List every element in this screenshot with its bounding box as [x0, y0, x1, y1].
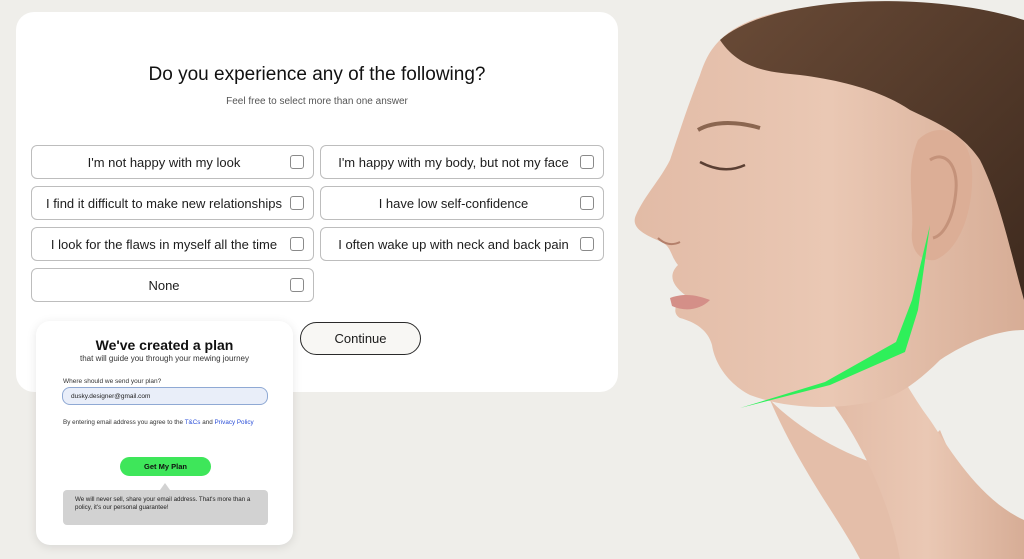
option-label: I'm not happy with my look: [87, 154, 241, 170]
get-my-plan-button[interactable]: Get My Plan: [120, 457, 211, 476]
option-low-self-confidence[interactable]: I have low self-confidence: [320, 186, 604, 220]
plan-card: We've created a plan that will guide you…: [36, 321, 293, 545]
email-value: dusky.designer@gmail.com: [71, 392, 151, 400]
terms-link[interactable]: T&Cs: [185, 419, 201, 426]
plan-card-subtitle: that will guide you through your mewing …: [80, 354, 249, 363]
option-neck-back-pain[interactable]: I often wake up with neck and back pain: [320, 227, 604, 261]
terms-and: and: [200, 419, 215, 426]
page-title: Do you experience any of the following?: [148, 64, 486, 85]
option-label: I often wake up with neck and back pain: [338, 236, 569, 252]
face-profile-image: [600, 0, 1024, 559]
continue-button[interactable]: Continue: [300, 322, 421, 355]
terms-notice: By entering email address you agree to t…: [63, 419, 263, 427]
option-label: I have low self-confidence: [378, 195, 529, 211]
privacy-policy-link[interactable]: Privacy Policy: [214, 419, 253, 426]
checkbox[interactable]: [290, 196, 304, 210]
option-difficult-relationships[interactable]: I find it difficult to make new relation…: [31, 186, 314, 220]
checkbox[interactable]: [580, 196, 594, 210]
email-field[interactable]: dusky.designer@gmail.com: [62, 387, 268, 405]
plan-card-title: We've created a plan: [95, 337, 234, 353]
tooltip-arrow: [160, 483, 170, 490]
terms-prefix: By entering email address you agree to t…: [63, 419, 185, 426]
checkbox[interactable]: [290, 155, 304, 169]
option-none[interactable]: None: [31, 268, 314, 302]
checkbox[interactable]: [290, 278, 304, 292]
option-look-for-flaws[interactable]: I look for the flaws in myself all the t…: [31, 227, 314, 261]
option-label: None: [148, 277, 180, 293]
checkbox[interactable]: [580, 237, 594, 251]
option-label: I look for the flaws in myself all the t…: [50, 236, 278, 252]
option-label: I'm happy with my body, but not my face: [338, 154, 569, 170]
option-not-happy-with-look[interactable]: I'm not happy with my look: [31, 145, 314, 179]
option-label: I find it difficult to make new relation…: [45, 195, 283, 211]
privacy-guarantee-notice: We will never sell, share your email add…: [63, 490, 268, 525]
quiz-subtitle: Feel free to select more than one answer: [226, 96, 408, 107]
checkbox[interactable]: [290, 237, 304, 251]
checkbox[interactable]: [580, 155, 594, 169]
email-field-label: Where should we send your plan?: [63, 378, 162, 385]
option-happy-body-not-face[interactable]: I'm happy with my body, but not my face: [320, 145, 604, 179]
